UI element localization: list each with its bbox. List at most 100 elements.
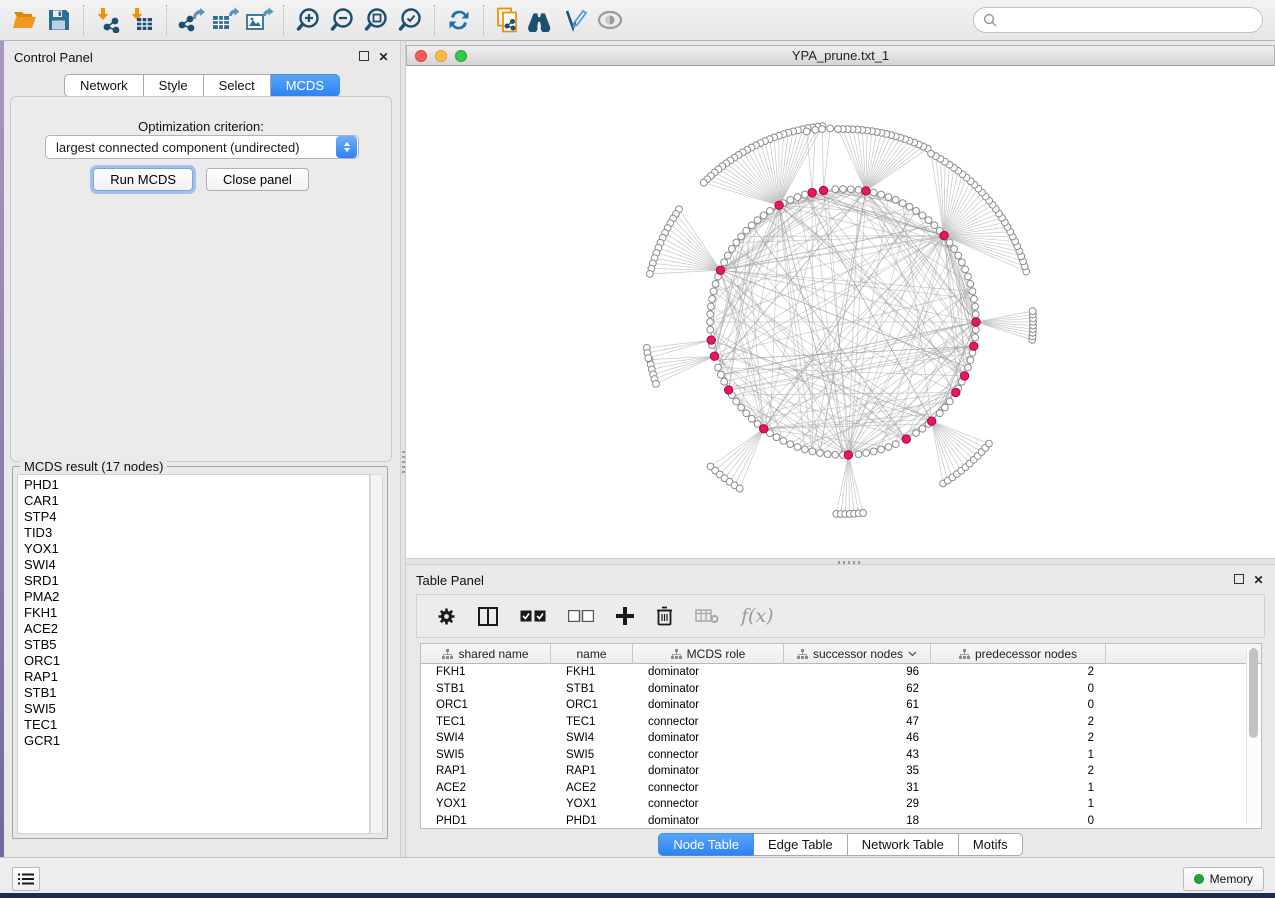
cell-predecessor-nodes[interactable]: 2 bbox=[931, 666, 1106, 678]
cell-shared-name[interactable]: STB1 bbox=[421, 683, 551, 695]
tab-network-table[interactable]: Network Table bbox=[848, 833, 959, 856]
mcds-result-item[interactable]: TID3 bbox=[24, 525, 369, 541]
settings-icon[interactable] bbox=[437, 607, 456, 626]
cell-MCDS-role[interactable]: connector bbox=[633, 798, 784, 810]
cell-name[interactable]: PHD1 bbox=[551, 815, 633, 827]
mcds-result-item[interactable]: STB5 bbox=[24, 637, 369, 653]
graph-node[interactable] bbox=[707, 319, 714, 326]
graph-node[interactable] bbox=[919, 212, 926, 219]
graph-node[interactable] bbox=[728, 246, 735, 253]
mcds-result-item[interactable]: ACE2 bbox=[24, 621, 369, 637]
mcds-result-item[interactable]: PMA2 bbox=[24, 589, 369, 605]
table-scrollbar[interactable] bbox=[1246, 648, 1258, 824]
graph-satellite-node[interactable] bbox=[653, 380, 660, 387]
table-row[interactable]: FKH1FKH1dominator962 bbox=[421, 664, 1261, 681]
column-header-MCDS-role[interactable]: MCDS role bbox=[633, 644, 784, 664]
cell-name[interactable]: FKH1 bbox=[551, 666, 633, 678]
graph-node[interactable] bbox=[925, 217, 932, 224]
cell-predecessor-nodes[interactable]: 0 bbox=[931, 683, 1106, 695]
export-image-icon[interactable] bbox=[242, 4, 276, 36]
graph-satellite-node[interactable] bbox=[928, 150, 935, 157]
cell-MCDS-role[interactable]: dominator bbox=[633, 732, 784, 744]
vizmapper-icon[interactable] bbox=[559, 4, 593, 36]
graph-hub-node[interactable] bbox=[707, 336, 715, 344]
cell-shared-name[interactable]: YOX1 bbox=[421, 798, 551, 810]
memory-button[interactable]: Memory bbox=[1183, 867, 1264, 891]
graph-hub-node[interactable] bbox=[940, 231, 948, 239]
graph-node[interactable] bbox=[787, 441, 794, 448]
mcds-result-item[interactable]: RAP1 bbox=[24, 669, 369, 685]
graph-node[interactable] bbox=[817, 450, 824, 457]
column-header-successor-nodes[interactable]: successor nodes bbox=[784, 644, 931, 664]
graph-satellite-node[interactable] bbox=[736, 485, 743, 492]
graph-node[interactable] bbox=[707, 311, 714, 318]
graph-node[interactable] bbox=[967, 357, 974, 364]
cell-successor-nodes[interactable]: 96 bbox=[784, 666, 931, 678]
graph-node[interactable] bbox=[972, 334, 979, 341]
import-network-icon[interactable] bbox=[91, 4, 125, 36]
graph-node[interactable] bbox=[899, 200, 906, 207]
table-row[interactable]: ACE2ACE2connector311 bbox=[421, 780, 1261, 797]
mcds-result-item[interactable]: SWI5 bbox=[24, 701, 369, 717]
mcds-result-item[interactable]: YOX1 bbox=[24, 541, 369, 557]
graph-node[interactable] bbox=[733, 398, 740, 405]
cell-shared-name[interactable]: RAP1 bbox=[421, 765, 551, 777]
cell-shared-name[interactable]: ORC1 bbox=[421, 699, 551, 711]
tab-style[interactable]: Style bbox=[144, 74, 204, 97]
cell-name[interactable]: ORC1 bbox=[551, 699, 633, 711]
graph-node[interactable] bbox=[743, 227, 750, 234]
show-hide-details-icon[interactable] bbox=[593, 4, 627, 36]
graph-satellite-node[interactable] bbox=[1029, 308, 1036, 315]
cell-shared-name[interactable]: SWI5 bbox=[421, 749, 551, 761]
graph-node[interactable] bbox=[840, 186, 847, 193]
horizontal-split-divider[interactable] bbox=[406, 558, 1275, 565]
cell-predecessor-nodes[interactable]: 1 bbox=[931, 782, 1106, 794]
graph-node[interactable] bbox=[760, 212, 767, 219]
zoom-fit-icon[interactable] bbox=[359, 4, 393, 36]
cell-name[interactable]: SWI5 bbox=[551, 749, 633, 761]
graph-node[interactable] bbox=[965, 364, 972, 371]
save-session-icon[interactable] bbox=[42, 4, 76, 36]
table-row[interactable]: STB1STB1dominator620 bbox=[421, 681, 1261, 698]
graph-hub-node[interactable] bbox=[808, 188, 816, 196]
graph-node[interactable] bbox=[767, 207, 774, 214]
cell-predecessor-nodes[interactable]: 0 bbox=[931, 699, 1106, 711]
cell-predecessor-nodes[interactable]: 2 bbox=[931, 732, 1106, 744]
optimization-criterion-dropdown[interactable]: largest connected component (undirected) bbox=[45, 135, 359, 159]
close-panel-button[interactable]: Close panel bbox=[206, 168, 309, 191]
graph-hub-node[interactable] bbox=[952, 388, 960, 396]
graph-hub-node[interactable] bbox=[902, 435, 910, 443]
graph-node[interactable] bbox=[710, 288, 717, 295]
tab-motifs[interactable]: Motifs bbox=[959, 833, 1023, 856]
graph-hub-node[interactable] bbox=[972, 318, 980, 326]
cell-successor-nodes[interactable]: 61 bbox=[784, 699, 931, 711]
cell-MCDS-role[interactable]: dominator bbox=[633, 683, 784, 695]
graph-node[interactable] bbox=[794, 444, 801, 451]
graph-node[interactable] bbox=[855, 186, 862, 193]
zoom-in-icon[interactable] bbox=[291, 4, 325, 36]
graph-node[interactable] bbox=[724, 252, 731, 259]
graph-hub-node[interactable] bbox=[844, 451, 852, 459]
graph-node[interactable] bbox=[832, 451, 839, 458]
graph-node[interactable] bbox=[733, 239, 740, 246]
graph-node[interactable] bbox=[955, 252, 962, 259]
cell-predecessor-nodes[interactable]: 1 bbox=[931, 749, 1106, 761]
graph-node[interactable] bbox=[936, 410, 943, 417]
column-header-name[interactable]: name bbox=[551, 644, 633, 664]
table-row[interactable]: SWI5SWI5connector431 bbox=[421, 747, 1261, 764]
cell-successor-nodes[interactable]: 31 bbox=[784, 782, 931, 794]
graph-node[interactable] bbox=[707, 303, 714, 310]
graph-node[interactable] bbox=[965, 273, 972, 280]
table-row[interactable]: TEC1TEC1connector472 bbox=[421, 714, 1261, 731]
graph-node[interactable] bbox=[972, 326, 979, 333]
graph-node[interactable] bbox=[951, 246, 958, 253]
cell-successor-nodes[interactable]: 18 bbox=[784, 815, 931, 827]
graph-node[interactable] bbox=[855, 451, 862, 458]
graph-node[interactable] bbox=[892, 441, 899, 448]
graph-node[interactable] bbox=[878, 191, 885, 198]
graph-node[interactable] bbox=[919, 425, 926, 432]
graph-hub-node[interactable] bbox=[970, 342, 978, 350]
close-table-panel-icon[interactable]: ✕ bbox=[1252, 574, 1265, 587]
cell-successor-nodes[interactable]: 35 bbox=[784, 765, 931, 777]
node-table[interactable]: shared namenameMCDS rolesuccessor nodesp… bbox=[420, 643, 1262, 829]
